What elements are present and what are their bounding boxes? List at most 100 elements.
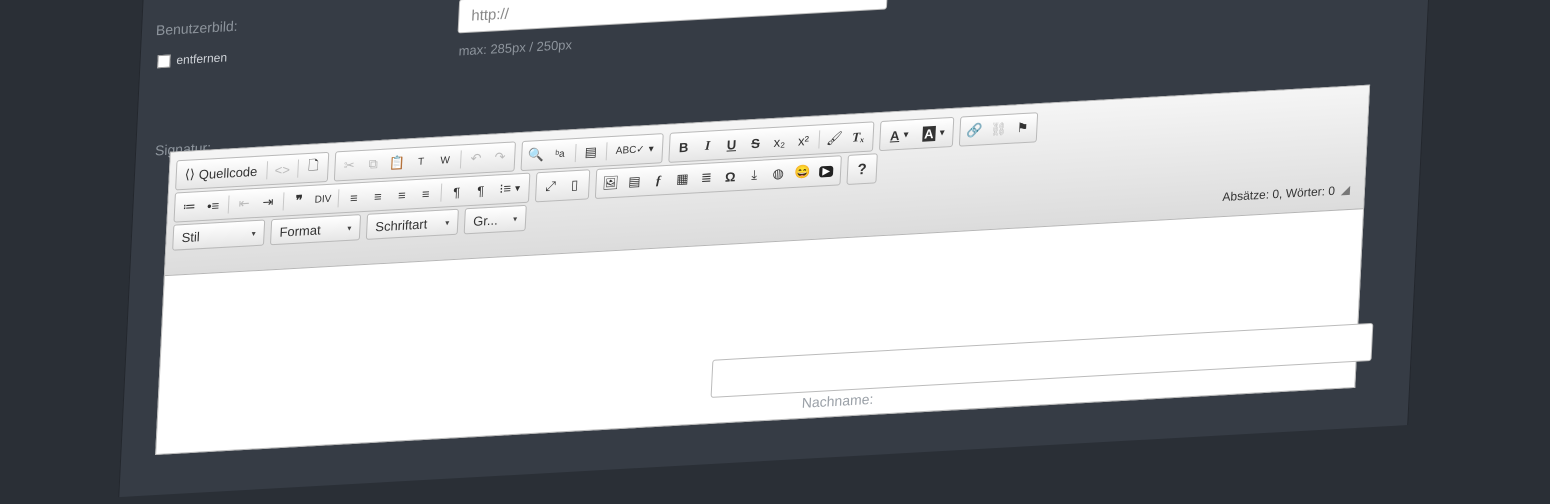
cut-button[interactable]: ✂ xyxy=(338,154,361,177)
separator xyxy=(605,142,608,161)
size-dropdown-label: Gr... xyxy=(472,211,499,229)
bold-icon: B xyxy=(678,139,689,155)
strike-button[interactable]: S xyxy=(744,131,767,154)
outdent-button[interactable]: ⇤ xyxy=(233,192,256,215)
pagebreak-button[interactable]: ⤓ xyxy=(743,163,766,186)
bgcolor-button[interactable]: A ▾ xyxy=(917,121,950,145)
chevron-down-icon: ▾ xyxy=(251,228,256,238)
rtl-button[interactable]: ¶ xyxy=(469,179,492,202)
source-icon: ⟨⟩ xyxy=(184,166,196,182)
style-dropdown[interactable]: Stil ▾ xyxy=(172,219,266,251)
align-right-button[interactable]: ≡ xyxy=(390,183,413,206)
paste-word-button[interactable]: W xyxy=(434,149,457,172)
find-button[interactable]: 🔍 xyxy=(524,144,547,167)
underline-icon: U xyxy=(726,136,737,153)
size-dropdown[interactable]: Gr... ▾ xyxy=(463,204,527,235)
spellcheck-button[interactable]: ABC✓ ▾ xyxy=(610,137,659,162)
paste-text-button[interactable]: T xyxy=(410,150,433,173)
chevron-down-icon: ▾ xyxy=(514,182,521,195)
flash-icon: ƒ xyxy=(654,172,663,188)
background-color-icon: A xyxy=(921,125,937,142)
iframe-button[interactable]: ◍ xyxy=(767,162,790,185)
style-dropdown-label: Stil xyxy=(181,228,201,245)
resize-handle-icon[interactable] xyxy=(1340,185,1351,195)
colors-group: A ▾ A ▾ xyxy=(878,116,955,152)
justify-button[interactable]: ≡ xyxy=(414,182,437,205)
remove-checkbox[interactable] xyxy=(157,54,171,68)
font-dropdown-label: Schriftart xyxy=(375,215,428,234)
separator xyxy=(282,192,285,211)
table-button[interactable]: ▦ xyxy=(671,167,694,190)
flag-icon: ⚑ xyxy=(1016,119,1029,136)
gallery-icon: ▤ xyxy=(628,173,642,190)
editor-status-bar: Absätze: 0, Wörter: 0 xyxy=(1222,183,1351,205)
bulleted-list-button[interactable]: •≡ xyxy=(202,194,225,217)
magnifier-icon: 🔍 xyxy=(527,146,545,163)
copyformat-button[interactable]: 🖌 xyxy=(823,127,846,150)
replace-button[interactable]: ᵇa xyxy=(548,142,571,165)
unlink-button[interactable]: ⛓ xyxy=(987,118,1010,141)
links-group: 🔗 ⛓ ⚑ xyxy=(958,112,1039,147)
link-button[interactable]: 🔗 xyxy=(963,119,986,142)
separator xyxy=(296,159,299,178)
align-left-button[interactable]: ≡ xyxy=(342,186,365,209)
gallery-button[interactable]: ▤ xyxy=(623,170,646,193)
text-direction-ltr-icon: ¶ xyxy=(452,184,461,200)
textcolor-button[interactable]: A ▾ xyxy=(883,123,916,147)
hline-button[interactable]: ≣ xyxy=(695,166,718,189)
text-direction-rtl-icon: ¶ xyxy=(476,182,485,199)
showblocks-button[interactable]: ▯ xyxy=(563,174,586,197)
redo-button[interactable]: ↷ xyxy=(488,146,511,169)
anchor-button[interactable]: ⚑ xyxy=(1011,116,1034,139)
clipboard-icon: 📋 xyxy=(388,154,406,171)
ltr-button[interactable]: ¶ xyxy=(445,180,468,203)
undo-icon: ↶ xyxy=(470,150,482,166)
globe-icon: ◍ xyxy=(772,165,785,182)
bulleted-list-icon: •≡ xyxy=(206,197,220,214)
horizontal-line-icon: ≣ xyxy=(700,169,713,186)
blockquote-button[interactable]: ❞ xyxy=(287,189,310,212)
screen: Benutzerbild: entfernen http:// max: 285… xyxy=(0,0,1550,498)
indent-button[interactable]: ⇥ xyxy=(257,191,280,214)
flash-button[interactable]: ƒ xyxy=(647,169,670,192)
quote-icon: ❞ xyxy=(295,192,303,208)
selectall-button[interactable]: ▤ xyxy=(579,141,602,164)
paste-button[interactable]: 📋 xyxy=(386,151,409,174)
separator xyxy=(459,150,462,169)
separator xyxy=(440,183,443,202)
maximize-button[interactable]: ⤢ xyxy=(539,175,562,198)
removeformat-button[interactable]: Tₓ xyxy=(847,126,870,149)
italic-icon: I xyxy=(704,137,711,153)
image-button[interactable]: 🖼 xyxy=(599,171,622,194)
format-dropdown[interactable]: Format ▾ xyxy=(269,214,362,246)
bold-button[interactable]: B xyxy=(672,135,695,158)
language-button[interactable]: ⁝≡ ▾ xyxy=(493,177,526,201)
indent-icon: ⇥ xyxy=(262,193,274,210)
codesnippet-button[interactable]: <> xyxy=(271,158,294,181)
separator xyxy=(265,161,268,180)
youtube-button[interactable]: ▶ xyxy=(815,159,838,182)
newpage-button[interactable]: 🗋 xyxy=(302,156,325,179)
help-button[interactable]: ? xyxy=(851,157,874,180)
remove-label: entfernen xyxy=(176,50,228,68)
copy-button[interactable]: ⧉ xyxy=(362,153,385,176)
numbered-list-button[interactable]: ≔ xyxy=(178,195,201,218)
about-group: ? xyxy=(846,153,878,185)
underline-button[interactable]: U xyxy=(720,133,743,156)
word-count: Absätze: 0, Wörter: 0 xyxy=(1222,183,1336,205)
unlink-icon: ⛓ xyxy=(990,120,1008,137)
italic-button[interactable]: I xyxy=(696,134,719,157)
creatediv-button[interactable]: DIV xyxy=(311,188,334,211)
undo-button[interactable]: ↶ xyxy=(465,147,488,170)
source-button[interactable]: ⟨⟩ Quellcode xyxy=(179,160,263,187)
align-center-icon: ≡ xyxy=(373,188,383,204)
specialchar-button[interactable]: Ω xyxy=(719,165,742,188)
superscript-button[interactable]: x² xyxy=(792,129,815,152)
subscript-button[interactable]: x₂ xyxy=(768,130,791,153)
align-center-button[interactable]: ≡ xyxy=(366,184,389,207)
copy-icon: ⧉ xyxy=(368,156,379,172)
youtube-icon: ▶ xyxy=(819,165,834,178)
font-dropdown[interactable]: Schriftart ▾ xyxy=(365,208,459,240)
strikethrough-icon: S xyxy=(750,135,761,151)
smiley-button[interactable]: 😄 xyxy=(791,161,814,184)
